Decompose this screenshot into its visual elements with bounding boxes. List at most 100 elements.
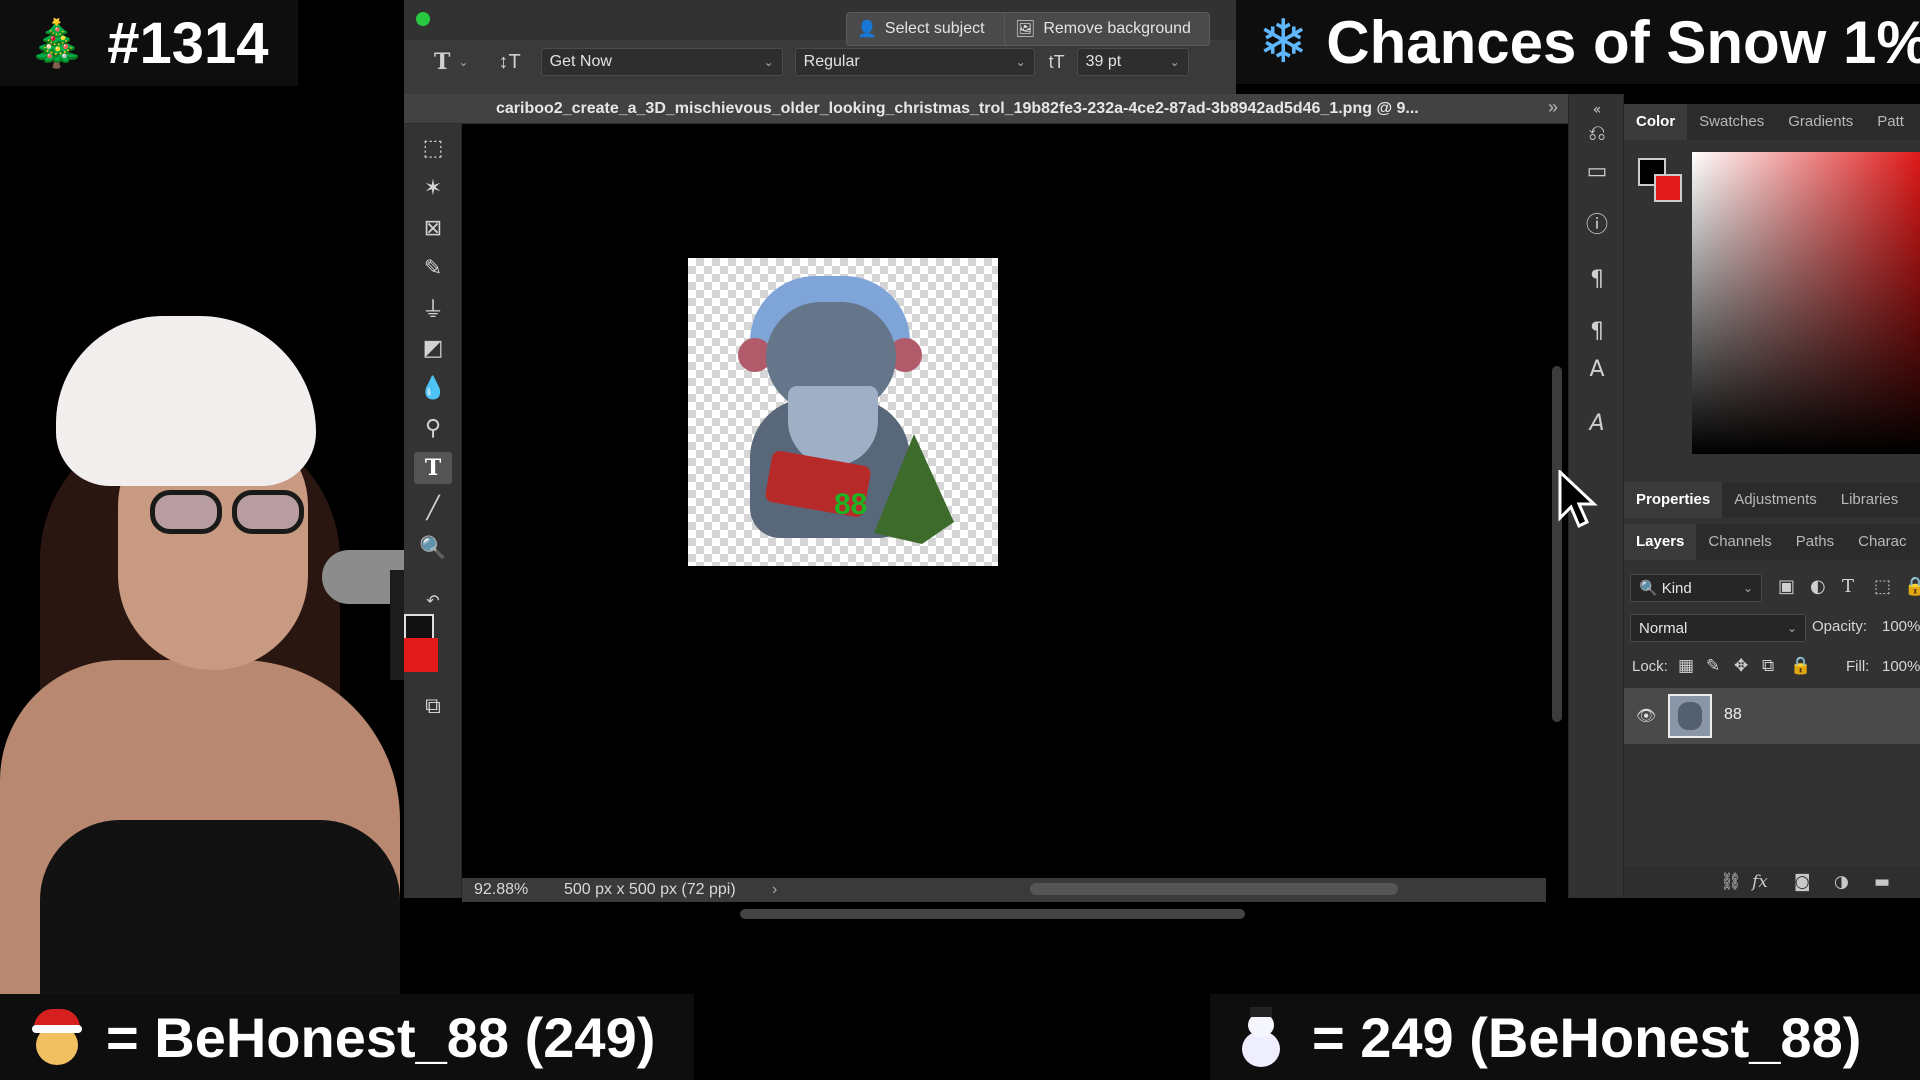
chevron-down-icon: ⌄ bbox=[1786, 621, 1797, 635]
tab-channels[interactable]: Channels bbox=[1696, 524, 1783, 560]
santa-hat bbox=[56, 316, 316, 486]
healing-brush-tool[interactable]: ✎ bbox=[414, 252, 452, 284]
layer-filter-value: Kind bbox=[1661, 579, 1692, 597]
select-subject-button[interactable]: 👤 Select subject bbox=[846, 12, 1022, 46]
horizontal-scrollbar[interactable] bbox=[1030, 883, 1398, 895]
swap-icon: ↶ bbox=[426, 590, 440, 610]
eraser-icon: ◩ bbox=[422, 335, 444, 361]
info-icon[interactable]: ⓘ bbox=[1583, 212, 1611, 240]
adjustment-layer-icon[interactable]: ◑ bbox=[1834, 872, 1849, 892]
tab-adjustments[interactable]: Adjustments bbox=[1722, 482, 1829, 518]
clone-stamp-tool[interactable]: ⏚ bbox=[414, 292, 452, 324]
tab-swatches[interactable]: Swatches bbox=[1687, 104, 1776, 140]
vertical-scrollbar[interactable] bbox=[1552, 366, 1562, 722]
tab-paths[interactable]: Paths bbox=[1784, 524, 1846, 560]
layer-filter-select[interactable]: 🔍 Kind ⌄ bbox=[1630, 574, 1762, 602]
visibility-eye-icon[interactable]: 👁 bbox=[1636, 706, 1656, 725]
background-color-swatch[interactable] bbox=[404, 638, 438, 672]
type-tool-preset-icon[interactable]: T bbox=[434, 49, 450, 75]
zoom-level[interactable]: 92.88% bbox=[474, 881, 528, 899]
lock-all-icon[interactable]: 🔒 bbox=[1790, 656, 1811, 676]
tab-overflow-icon[interactable]: » bbox=[1548, 97, 1558, 118]
blur-tool[interactable]: 💧 bbox=[414, 372, 452, 404]
document-dimensions: 500 px x 500 px (72 ppi) bbox=[564, 881, 736, 898]
fill-label: Fill: bbox=[1846, 658, 1870, 675]
zoom-tool[interactable]: 🔍 bbox=[414, 532, 452, 564]
santa-emoji-icon bbox=[30, 1007, 84, 1067]
stream-counter-badge: 🎄 #1314 bbox=[0, 0, 298, 86]
snowman-emoji-icon bbox=[1234, 1007, 1288, 1067]
tab-libraries[interactable]: Libraries bbox=[1829, 482, 1911, 518]
window-zoom-button[interactable] bbox=[416, 12, 430, 26]
lock-artboard-icon[interactable]: ⧉ bbox=[1762, 656, 1774, 676]
fill-value[interactable]: 100% bbox=[1882, 658, 1920, 675]
text-orientation-icon[interactable]: ↕T bbox=[498, 51, 520, 74]
snow-chance-text: Chances of Snow 1% bbox=[1326, 8, 1920, 76]
magic-wand-icon: ✶ bbox=[423, 175, 443, 201]
top-gifter-badge: = BeHonest_88 (249) bbox=[0, 994, 694, 1080]
tab-gradients[interactable]: Gradients bbox=[1776, 104, 1865, 140]
chevron-down-icon: ⌄ bbox=[763, 55, 774, 69]
fx-icon[interactable]: fx bbox=[1752, 872, 1768, 892]
lock-label: Lock: bbox=[1632, 658, 1668, 675]
lock-transparency-icon[interactable]: ▦ bbox=[1678, 656, 1694, 676]
screen-mode-icon: ⧉ bbox=[425, 693, 441, 719]
screen-mode-button[interactable]: ⧉ bbox=[414, 690, 452, 722]
type-filter-icon[interactable]: T bbox=[1842, 576, 1854, 597]
document-tab[interactable]: cariboo2_create_a_3D_mischievous_older_l… bbox=[404, 94, 1570, 124]
blend-mode-select[interactable]: Normal ⌄ bbox=[1630, 614, 1806, 642]
tab-color[interactable]: Color bbox=[1624, 104, 1688, 140]
tab-character[interactable]: Charac bbox=[1846, 524, 1918, 560]
tab-patterns[interactable]: Patt bbox=[1865, 104, 1916, 140]
color-picker-field[interactable] bbox=[1692, 152, 1920, 454]
chevron-down-icon: ⌄ bbox=[1169, 55, 1180, 69]
document-canvas[interactable] bbox=[462, 124, 1546, 878]
opacity-value[interactable]: 100% bbox=[1882, 618, 1920, 635]
type-tool[interactable]: T bbox=[414, 452, 452, 484]
line-tool[interactable]: ╱ bbox=[414, 492, 452, 524]
paragraph-icon[interactable]: ¶ bbox=[1583, 266, 1611, 294]
font-size-select[interactable]: 39 pt ⌄ bbox=[1076, 48, 1189, 76]
eraser-tool[interactable]: ◩ bbox=[414, 332, 452, 364]
app-scrollbar[interactable] bbox=[740, 909, 1245, 919]
add-mask-icon[interactable]: ◙ bbox=[1794, 872, 1811, 892]
lock-pixels-icon[interactable]: ✎ bbox=[1706, 656, 1720, 676]
magic-wand-tool[interactable]: ✶ bbox=[414, 172, 452, 204]
marquee-tool[interactable]: ⬚ bbox=[414, 132, 452, 164]
new-group-icon[interactable]: ▬ bbox=[1874, 872, 1890, 892]
chevron-down-icon[interactable]: ⌄ bbox=[458, 55, 468, 69]
glyphs-icon[interactable]: A bbox=[1583, 410, 1611, 438]
shape-filter-icon[interactable]: ⬚ bbox=[1874, 576, 1891, 597]
top-gifter-text: = BeHonest_88 (249) bbox=[106, 1005, 656, 1069]
layers-panel-tabs: Layers Channels Paths Charac bbox=[1624, 524, 1920, 560]
font-family-select[interactable]: Get Now ⌄ bbox=[540, 48, 783, 76]
pixel-filter-icon[interactable]: ▣ bbox=[1778, 576, 1795, 597]
filter-search-icon: 🔍 bbox=[1639, 580, 1658, 597]
comment-icon[interactable]: ▭ bbox=[1583, 158, 1611, 186]
history-icon[interactable]: ⎌ bbox=[1583, 120, 1611, 148]
zoom-icon: 🔍 bbox=[419, 535, 447, 561]
snowflake-icon: ❄ bbox=[1258, 7, 1309, 77]
clone-stamp-icon: ⏚ bbox=[421, 298, 444, 323]
tab-layers[interactable]: Layers bbox=[1624, 524, 1697, 560]
font-style-select[interactable]: Regular ⌄ bbox=[794, 48, 1035, 76]
tab-properties[interactable]: Properties bbox=[1624, 482, 1723, 518]
frame-tool[interactable]: ⊠ bbox=[414, 212, 452, 244]
troll-artwork[interactable]: 88 bbox=[688, 258, 998, 566]
layers-panel-footer: ⛓ fx ◙ ◑ ▬ bbox=[1624, 866, 1920, 898]
chevron-right-icon[interactable]: › bbox=[772, 881, 777, 899]
layer-item[interactable]: 👁 88 bbox=[1624, 688, 1920, 744]
dodge-tool[interactable]: ⚲ bbox=[414, 412, 452, 444]
paragraph-styles-icon[interactable]: ¶ bbox=[1583, 318, 1611, 346]
mouse-cursor-icon bbox=[1558, 470, 1598, 529]
lock-position-icon[interactable]: ✥ bbox=[1734, 656, 1748, 676]
color-panel-background[interactable] bbox=[1654, 174, 1682, 202]
link-layers-icon[interactable]: ⛓ bbox=[1720, 872, 1742, 892]
swap-colors-button[interactable]: ↶ bbox=[414, 584, 452, 616]
adjustment-filter-icon[interactable]: ◐ bbox=[1810, 576, 1826, 597]
remove-background-button[interactable]: 🖼 Remove background bbox=[1004, 12, 1210, 46]
type-tool-icon: T bbox=[424, 455, 442, 481]
character-styles-icon[interactable]: A bbox=[1583, 356, 1611, 384]
properties-panel-tabs: Properties Adjustments Libraries bbox=[1624, 482, 1920, 518]
smart-object-filter-icon[interactable]: 🔒 bbox=[1904, 576, 1920, 597]
